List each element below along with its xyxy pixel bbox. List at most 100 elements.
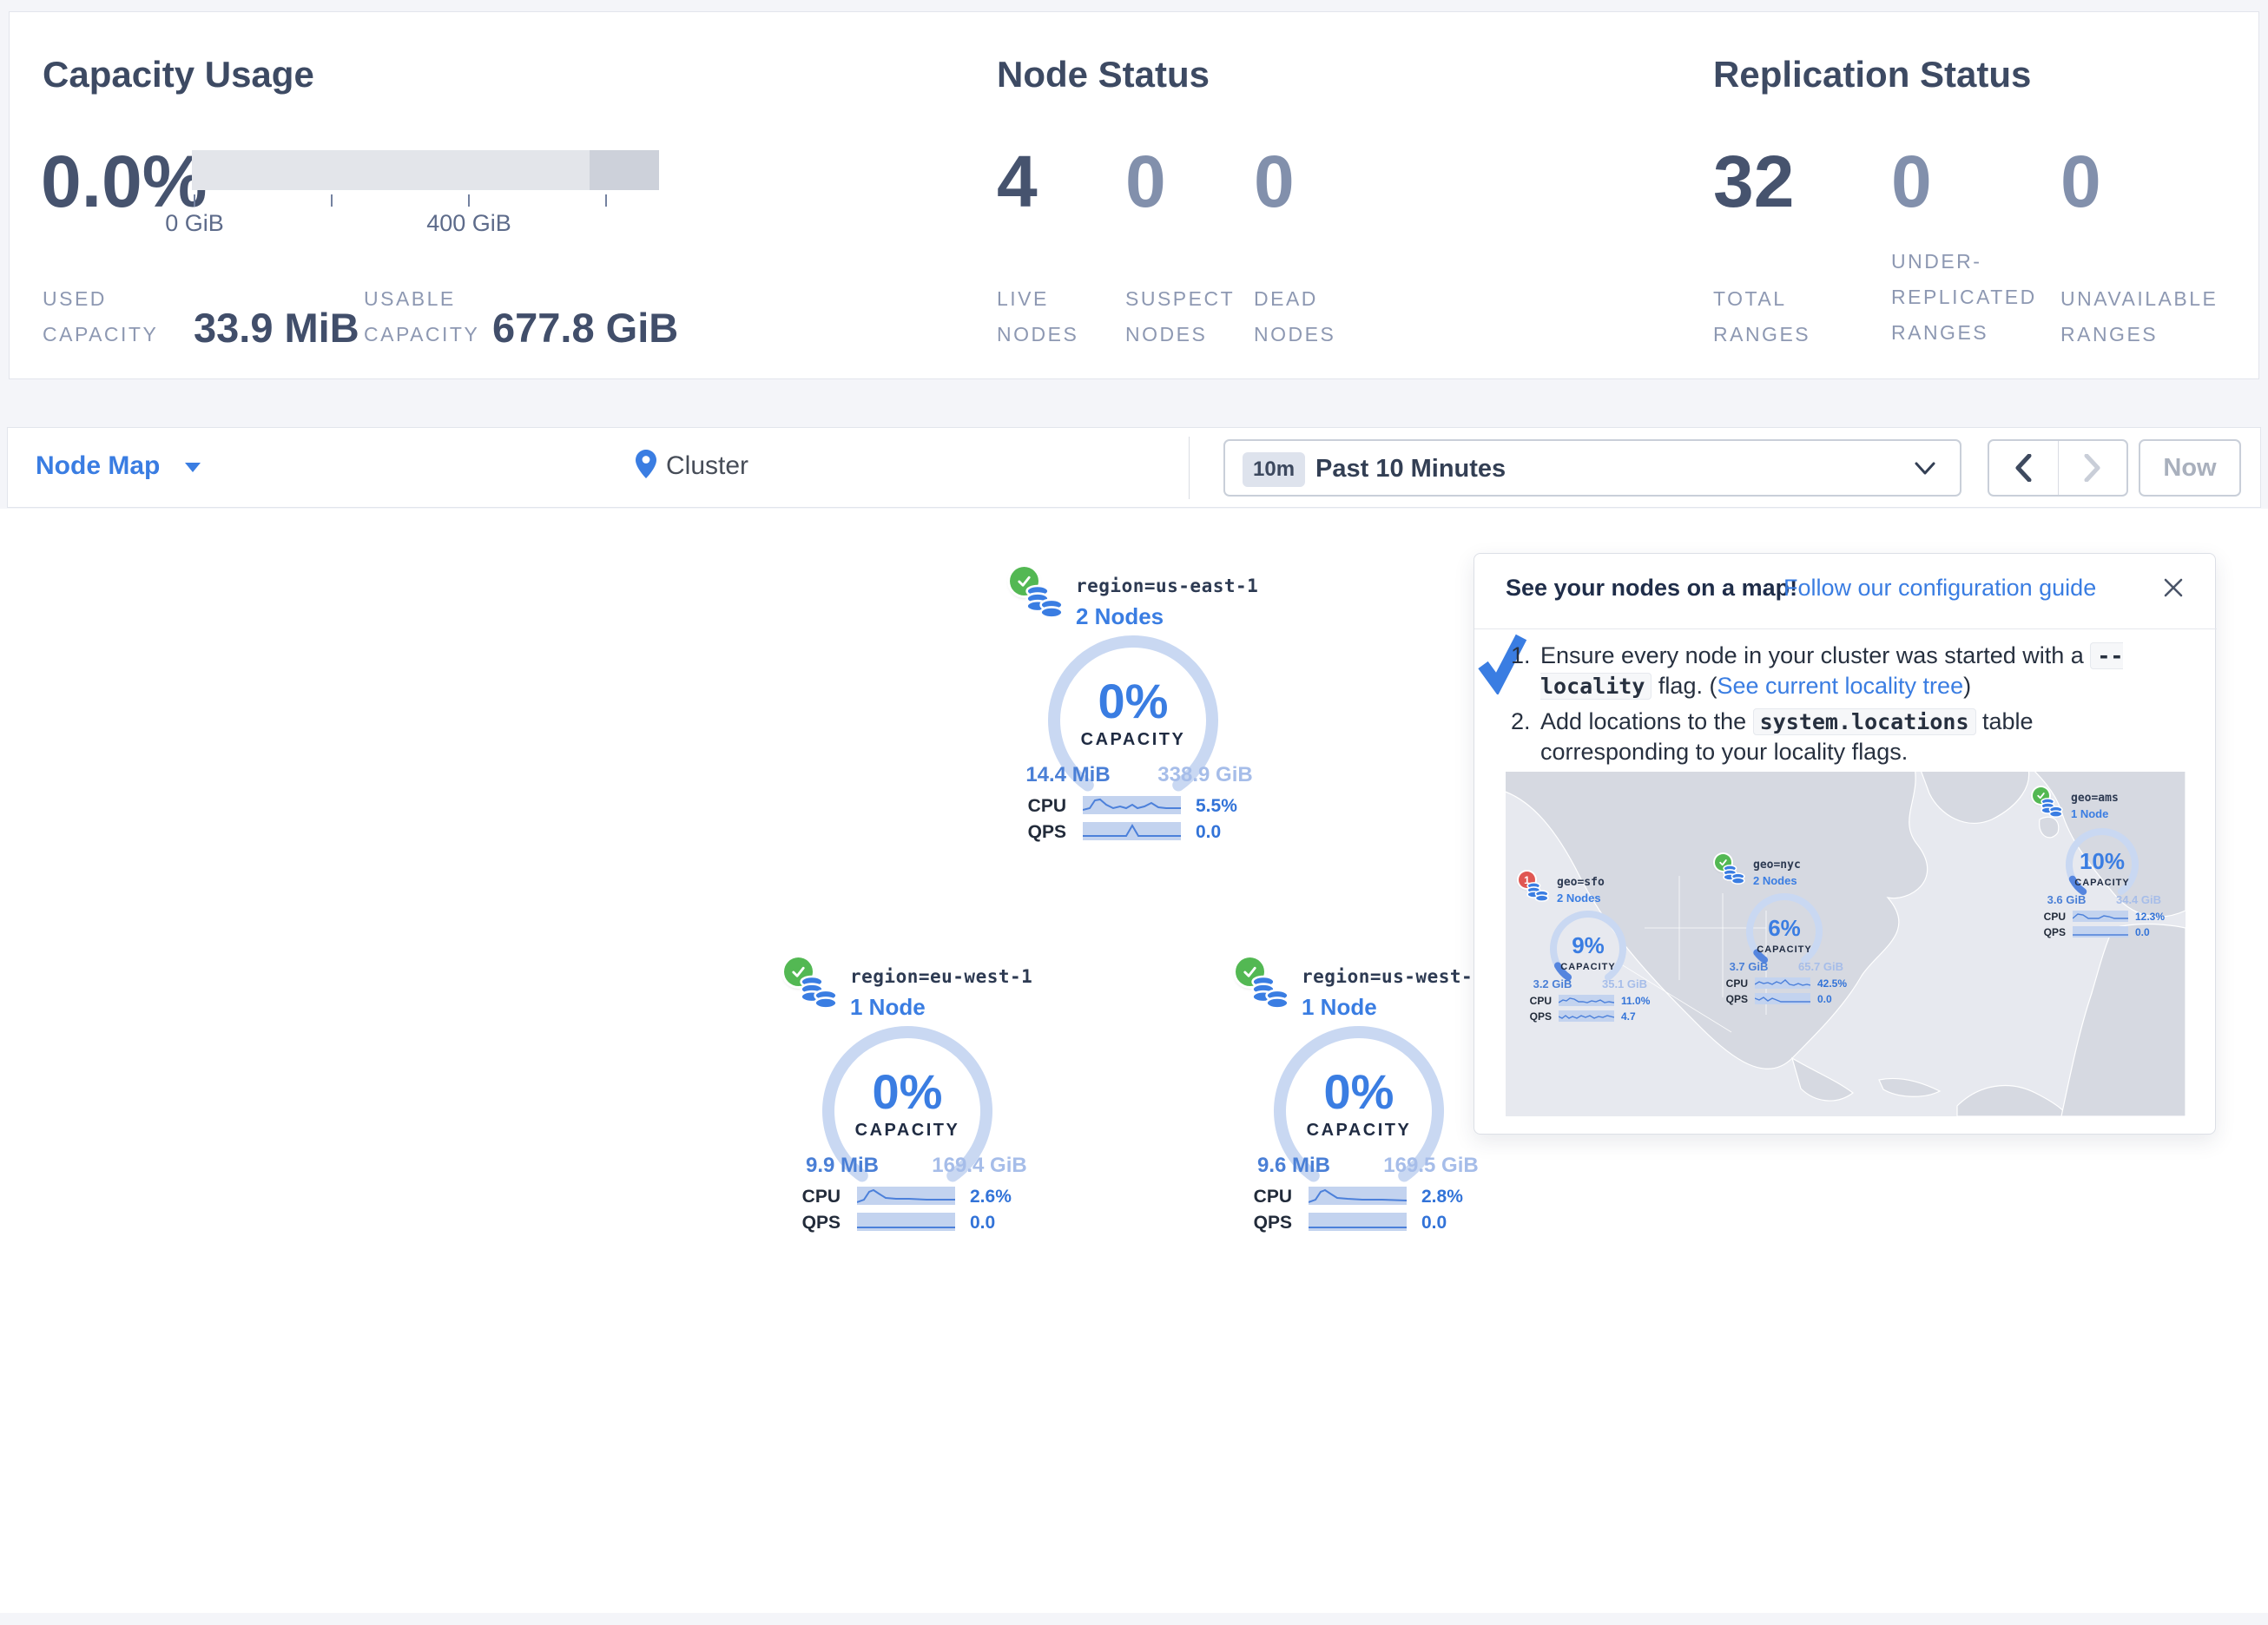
capacity-axis-tick: [468, 194, 470, 207]
capacity-used-value: 3.7 GiB: [1715, 960, 1783, 973]
qps-value: 0.0: [1196, 822, 1221, 843]
cpu-value: 2.6%: [970, 1187, 1012, 1207]
region-nodes-link[interactable]: 2 Nodes: [1753, 874, 1797, 887]
now-button[interactable]: Now: [2139, 439, 2241, 497]
popup-title: See your nodes on a map!: [1506, 575, 1797, 602]
capacity-percent: 9%: [1519, 932, 1658, 959]
breadcrumb[interactable]: Cluster: [666, 451, 748, 481]
qps-sparkline: [1083, 822, 1181, 840]
mini-region-node-nyc[interactable]: geo=nyc 2 Nodes 6% CAPACITY 3.7 GiB 65.7…: [1715, 852, 1854, 1012]
usable-capacity-value: 677.8 GiB: [492, 307, 678, 348]
capacity-caption: CAPACITY: [2033, 878, 2172, 888]
node-map-config-popup: See your nodes on a map! Follow our conf…: [1474, 553, 2216, 1135]
qps-label: QPS: [2033, 926, 2066, 938]
location-pin-icon: [636, 450, 656, 478]
replication-status-title: Replication Status: [1713, 54, 2031, 95]
database-stack-icon: [1024, 582, 1065, 623]
cpu-sparkline: [2073, 911, 2128, 922]
database-stack-icon: [1249, 972, 1291, 1014]
cpu-label: CPU: [1715, 977, 1748, 990]
capacity-caption: CAPACITY: [1519, 962, 1658, 972]
capacity-caption: CAPACITY: [1003, 730, 1263, 750]
capacity-used-value: 9.9 MiB: [777, 1154, 907, 1178]
cpu-sparkline: [1309, 1187, 1407, 1205]
view-selector-label: Node Map: [36, 451, 160, 480]
capacity-caption: CAPACITY: [1715, 944, 1854, 955]
view-selector-dropdown[interactable]: Node Map: [36, 451, 202, 481]
dead-nodes-value: 0: [1254, 145, 1295, 218]
page-background-top: [0, 0, 2268, 11]
config-step-2: 2. Add locations to the system.locations…: [1511, 707, 2171, 767]
chevron-left-icon: [2014, 454, 2032, 482]
region-label: region=us-east-1: [1076, 576, 1258, 596]
system-locations-code: system.locations: [1753, 708, 1976, 735]
capacity-axis-tick: [194, 194, 195, 207]
time-range-badge: 10m: [1243, 452, 1305, 487]
mini-region-node-ams[interactable]: geo=ams 1 Node 10% CAPACITY 3.6 GiB 34.4…: [2033, 785, 2172, 945]
unavailable-ranges-value: 0: [2060, 145, 2101, 218]
capacity-caption: CAPACITY: [1229, 1121, 1489, 1141]
dead-nodes-label: DEAD NODES: [1254, 281, 1367, 352]
cpu-label: CPU: [1003, 796, 1066, 817]
time-step-forward-button[interactable]: [2058, 441, 2127, 495]
config-step-1: 1. Ensure every node in your cluster was…: [1511, 641, 2171, 701]
configuration-guide-link[interactable]: Follow our configuration guide: [1783, 575, 2096, 602]
cpu-label: CPU: [777, 1187, 841, 1207]
qps-sparkline: [1559, 1010, 1614, 1022]
usable-capacity-label: USABLE CAPACITY: [364, 281, 503, 352]
capacity-total-value: 338.9 GiB: [1140, 763, 1270, 787]
cpu-label: CPU: [2033, 911, 2066, 923]
toolbar-divider: [1189, 437, 1190, 499]
region-label: geo=sfo: [1557, 876, 1605, 889]
qps-value: 0.0: [970, 1213, 995, 1234]
qps-sparkline: [857, 1213, 955, 1231]
qps-value: 0.0: [1421, 1213, 1447, 1234]
time-step-back-button[interactable]: [1989, 441, 2058, 495]
close-icon[interactable]: [2160, 575, 2186, 601]
region-label: geo=nyc: [1753, 859, 1801, 872]
live-nodes-value: 4: [997, 145, 1038, 218]
capacity-total-value: 35.1 GiB: [1592, 977, 1658, 990]
database-stack-icon: [1722, 863, 1746, 887]
region-nodes-link[interactable]: 1 Node: [1302, 994, 1377, 1021]
under-replicated-ranges-value: 0: [1891, 145, 1932, 218]
region-nodes-link[interactable]: 1 Node: [850, 994, 926, 1021]
cpu-value: 5.5%: [1196, 796, 1237, 817]
region-nodes-link[interactable]: 1 Node: [2071, 807, 2108, 820]
cpu-value: 12.3%: [2135, 911, 2165, 923]
region-nodes-link[interactable]: 2 Nodes: [1557, 891, 1601, 905]
node-status-title: Node Status: [997, 54, 1210, 95]
example-node-map-preview: 1 geo=sfo 2 Nodes 9% CAPACITY 3.2 GiB 35…: [1506, 772, 2186, 1116]
capacity-used-value: 14.4 MiB: [1003, 763, 1133, 787]
region-node-us-east-1[interactable]: region=us-east-1 2 Nodes 0% CAPACITY 14.…: [1003, 560, 1263, 846]
time-range-select[interactable]: 10m Past 10 Minutes: [1223, 439, 1961, 497]
mini-region-node-sfo[interactable]: 1 geo=sfo 2 Nodes 9% CAPACITY 3.2 GiB 35…: [1519, 869, 1658, 1030]
locality-tree-link[interactable]: See current locality tree: [1717, 673, 1963, 699]
time-step-buttons: [1988, 439, 2128, 497]
page-background-bottom: [0, 1613, 2268, 1625]
cpu-sparkline: [1083, 796, 1181, 814]
capacity-percent: 0%: [1003, 673, 1263, 729]
capacity-total-value: 65.7 GiB: [1788, 960, 1854, 973]
region-node-eu-west-1[interactable]: region=eu-west-1 1 Node 0% CAPACITY 9.9 …: [777, 951, 1038, 1237]
capacity-total-value: 169.5 GiB: [1366, 1154, 1496, 1178]
capacity-percent: 0%: [777, 1063, 1038, 1120]
region-label: geo=ams: [2071, 792, 2119, 805]
qps-sparkline: [1309, 1213, 1407, 1231]
region-node-us-west-1[interactable]: region=us-west-1 1 Node 0% CAPACITY 9.6 …: [1229, 951, 1489, 1237]
unavailable-ranges-label: UNAVAILABLE RANGES: [2060, 281, 2256, 352]
chevron-right-icon: [2084, 454, 2101, 482]
qps-value: 0.0: [1817, 993, 1832, 1005]
cpu-label: CPU: [1229, 1187, 1292, 1207]
under-replicated-ranges-label: UNDER-REPLICATED RANGES: [1891, 244, 2056, 351]
total-ranges-value: 32: [1713, 145, 1794, 218]
capacity-axis-tick: [605, 194, 607, 207]
cpu-label: CPU: [1519, 995, 1552, 1007]
capacity-usage-bar: [192, 150, 659, 190]
qps-label: QPS: [1229, 1213, 1292, 1234]
region-nodes-link[interactable]: 2 Nodes: [1076, 603, 1164, 630]
capacity-percent: 6%: [1715, 915, 1854, 942]
capacity-bar-other-data-segment: [590, 150, 659, 190]
region-label: region=eu-west-1: [850, 966, 1032, 987]
capacity-percent: 10%: [2033, 848, 2172, 875]
